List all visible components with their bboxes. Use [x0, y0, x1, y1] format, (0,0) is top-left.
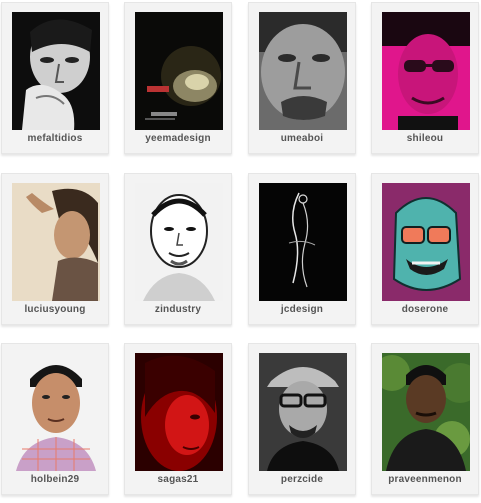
username-label[interactable]: praveenmenon	[372, 474, 478, 490]
profile-card-luciusyoung[interactable]: luciusyoung	[1, 173, 109, 325]
username-label[interactable]: sagas21	[125, 474, 231, 490]
profile-card-umeaboi[interactable]: umeaboi	[248, 2, 356, 154]
profile-card-doserone[interactable]: doserone	[371, 173, 479, 325]
avatar[interactable]	[135, 183, 223, 301]
username-label[interactable]: perzcide	[249, 474, 355, 490]
profile-grid: mefaltidios yeemadesign umeaboi shileou …	[0, 0, 481, 503]
username-label[interactable]: doserone	[372, 304, 478, 320]
avatar[interactable]	[259, 353, 347, 471]
avatar[interactable]	[12, 353, 100, 471]
profile-card-sagas21[interactable]: sagas21	[124, 343, 232, 495]
profile-card-jcdesign[interactable]: jcdesign	[248, 173, 356, 325]
username-label[interactable]: shileou	[372, 133, 478, 149]
avatar[interactable]	[259, 183, 347, 301]
avatar[interactable]	[259, 12, 347, 130]
avatar[interactable]	[382, 353, 470, 471]
profile-card-perzcide[interactable]: perzcide	[248, 343, 356, 495]
username-label[interactable]: holbein29	[2, 474, 108, 490]
username-label[interactable]: jcdesign	[249, 304, 355, 320]
avatar[interactable]	[382, 12, 470, 130]
profile-card-praveenmenon[interactable]: praveenmenon	[371, 343, 479, 495]
avatar[interactable]	[135, 12, 223, 130]
username-label[interactable]: mefaltidios	[2, 133, 108, 149]
profile-card-mefaltidios[interactable]: mefaltidios	[1, 2, 109, 154]
profile-card-zindustry[interactable]: zindustry	[124, 173, 232, 325]
avatar[interactable]	[12, 183, 100, 301]
profile-card-yeemadesign[interactable]: yeemadesign	[124, 2, 232, 154]
username-label[interactable]: yeemadesign	[125, 133, 231, 149]
username-label[interactable]: luciusyoung	[2, 304, 108, 320]
avatar[interactable]	[12, 12, 100, 130]
username-label[interactable]: zindustry	[125, 304, 231, 320]
avatar[interactable]	[382, 183, 470, 301]
avatar[interactable]	[135, 353, 223, 471]
profile-card-holbein29[interactable]: holbein29	[1, 343, 109, 495]
profile-card-shileou[interactable]: shileou	[371, 2, 479, 154]
username-label[interactable]: umeaboi	[249, 133, 355, 149]
